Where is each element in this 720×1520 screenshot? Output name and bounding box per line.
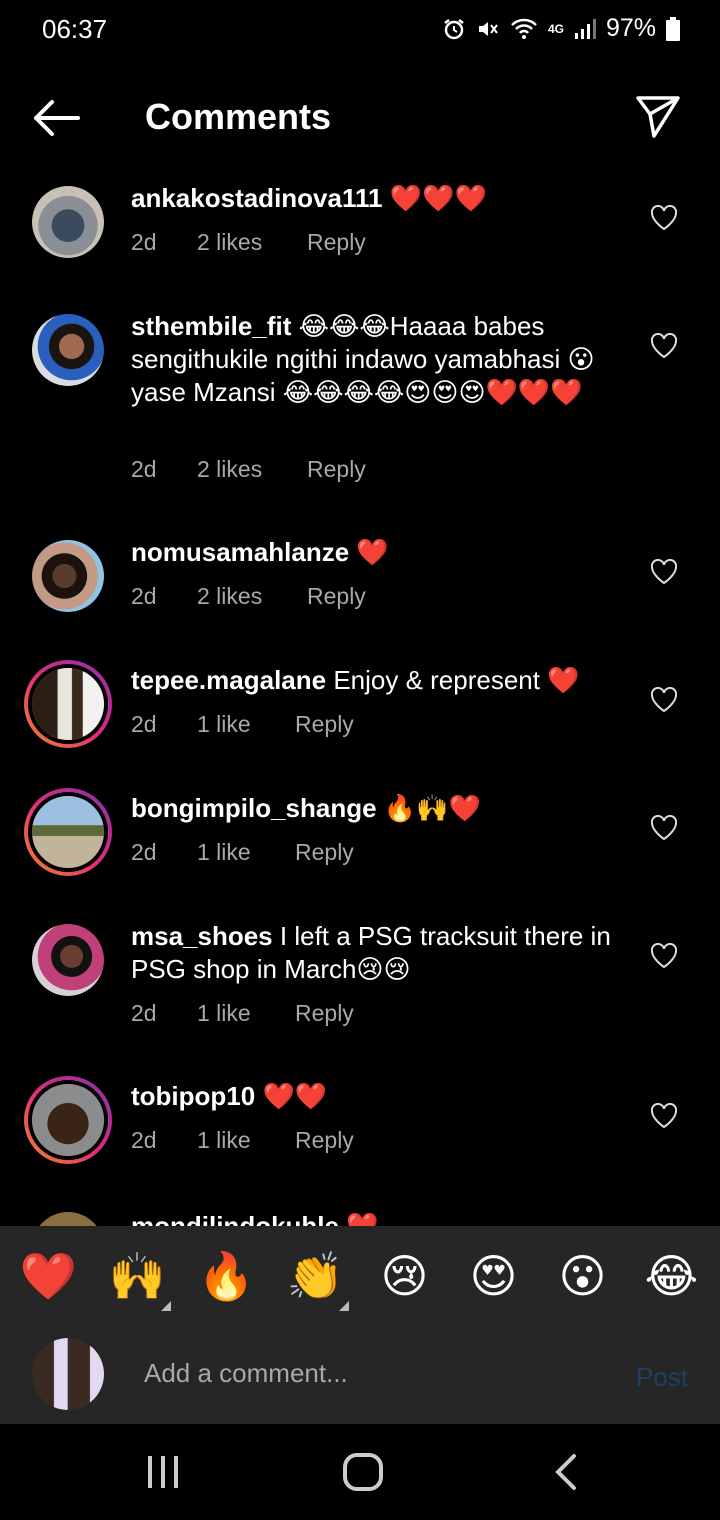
heart-icon[interactable]: [650, 943, 678, 969]
alarm-icon: [444, 18, 464, 39]
reply-button[interactable]: Reply: [307, 456, 366, 483]
emoji-crying-button[interactable]: 😢: [370, 1253, 440, 1299]
emoji-clap-button[interactable]: 👏: [281, 1253, 351, 1311]
username[interactable]: sthembile_fit: [131, 311, 291, 341]
comment-body: 🔥🙌❤️: [376, 793, 481, 823]
avatar[interactable]: [32, 540, 104, 612]
heart-icon[interactable]: [650, 1103, 678, 1129]
status-bar: 06:37 4G 97%: [0, 0, 720, 60]
comment-meta: 2d 2 likes Reply: [131, 229, 366, 256]
heart-icon[interactable]: [650, 205, 678, 231]
comment-meta: 2d 1 like Reply: [131, 1127, 354, 1154]
skin-tone-indicator-icon: [160, 1301, 171, 1311]
username[interactable]: ankakostadinova111: [131, 183, 382, 213]
comment-text: tepee.magalane Enjoy & represent ❤️: [131, 664, 631, 697]
comment-composer: Post: [0, 1326, 720, 1424]
comment-input[interactable]: [144, 1358, 584, 1389]
comment-text: msa_shoes I left a PSG tracksuit there i…: [131, 920, 621, 986]
comment-meta: 2d 2 likes Reply: [131, 456, 366, 483]
likes-count[interactable]: 2 likes: [197, 583, 307, 610]
likes-count[interactable]: 2 likes: [197, 229, 307, 256]
username[interactable]: bongimpilo_shange: [131, 793, 377, 823]
likes-count[interactable]: 1 like: [197, 1000, 295, 1027]
username[interactable]: tobipop10: [131, 1081, 255, 1111]
recent-apps-icon[interactable]: [145, 1452, 181, 1492]
avatar-with-story-ring[interactable]: [24, 660, 112, 748]
likes-count[interactable]: 1 like: [197, 711, 295, 738]
reply-button[interactable]: Reply: [295, 711, 354, 738]
comment-text: bongimpilo_shange 🔥🙌❤️: [131, 792, 631, 825]
reply-button[interactable]: Reply: [307, 229, 366, 256]
avatar[interactable]: [32, 924, 104, 996]
comment-meta: 2d 1 like Reply: [131, 711, 354, 738]
battery-percent: 97%: [605, 14, 656, 42]
avatar[interactable]: [32, 314, 104, 386]
comment-body: Enjoy & represent ❤️: [326, 665, 580, 695]
heart-icon[interactable]: [650, 559, 678, 585]
likes-count[interactable]: 1 like: [197, 839, 295, 866]
likes-count[interactable]: 1 like: [197, 1127, 295, 1154]
status-icons: 4G 97%: [442, 14, 680, 43]
avatar[interactable]: [32, 1212, 104, 1226]
skin-tone-indicator-icon: [338, 1301, 349, 1311]
heart-icon[interactable]: [650, 815, 678, 841]
comment-time: 2d: [131, 839, 157, 865]
comment-text: mondilindokuhle ❤️: [131, 1210, 631, 1226]
reply-button[interactable]: Reply: [307, 583, 366, 610]
reply-button[interactable]: Reply: [295, 839, 354, 866]
comment-body: ❤️❤️❤️: [382, 183, 487, 213]
comment-text: sthembile_fit 😂😂😂Haaaa babes sengithukil…: [131, 310, 631, 409]
share-icon[interactable]: [634, 92, 682, 140]
heart-icon[interactable]: [650, 687, 678, 713]
network-type-label: 4G: [547, 21, 564, 36]
emoji-fire-button[interactable]: 🔥: [192, 1253, 262, 1299]
username[interactable]: nomusamahlanze: [131, 537, 349, 567]
avatar[interactable]: [32, 186, 104, 258]
signal-icon: [574, 18, 596, 39]
comment-text: ankakostadinova111 ❤️❤️❤️: [131, 182, 631, 215]
emoji-laughing-button[interactable]: 😂: [637, 1253, 707, 1299]
reply-button[interactable]: Reply: [295, 1000, 354, 1027]
username[interactable]: tepee.magalane: [131, 665, 326, 695]
header: Comments: [0, 80, 720, 156]
emoji-heart-eyes-button[interactable]: 😍: [459, 1253, 529, 1299]
mute-icon: [478, 21, 498, 36]
comment-text: nomusamahlanze ❤️: [131, 536, 631, 569]
wifi-icon: [511, 18, 537, 39]
comment-time: 2d: [131, 456, 157, 482]
comment-body: ❤️: [339, 1211, 379, 1226]
status-time: 06:37: [42, 14, 108, 44]
page-title: Comments: [145, 96, 332, 137]
battery-icon: [666, 16, 680, 41]
emoji-surprised-button[interactable]: 😮: [548, 1253, 618, 1299]
comment-time: 2d: [131, 1127, 157, 1153]
back-nav-icon[interactable]: [550, 1452, 580, 1492]
post-button[interactable]: Post: [636, 1362, 688, 1393]
system-nav-bar: [0, 1424, 720, 1520]
likes-count[interactable]: 2 likes: [197, 456, 307, 483]
username[interactable]: mondilindokuhle: [131, 1211, 339, 1226]
emoji-quick-bar: ❤️ 🙌 🔥 👏 😢 😍 😮 😂: [0, 1226, 720, 1326]
emoji-heart-button[interactable]: ❤️: [14, 1253, 84, 1299]
comment-text: tobipop10 ❤️❤️: [131, 1080, 631, 1113]
comments-list[interactable]: ankakostadinova111 ❤️❤️❤️ 2d 2 likes Rep…: [0, 172, 720, 1226]
back-arrow-icon[interactable]: [30, 96, 82, 140]
avatar-with-story-ring[interactable]: [24, 788, 112, 876]
username[interactable]: msa_shoes: [131, 921, 273, 951]
comment-time: 2d: [131, 229, 157, 255]
comment-time: 2d: [131, 1000, 157, 1026]
comment-meta: 2d 1 like Reply: [131, 839, 354, 866]
comment-time: 2d: [131, 583, 157, 609]
comment-body: ❤️❤️: [255, 1081, 328, 1111]
comment-time: 2d: [131, 711, 157, 737]
reply-button[interactable]: Reply: [295, 1127, 354, 1154]
emoji-raised-hands-button[interactable]: 🙌: [103, 1253, 173, 1311]
comment-meta: 2d 1 like Reply: [131, 1000, 354, 1027]
home-icon[interactable]: [342, 1452, 384, 1492]
avatar-with-story-ring[interactable]: [24, 1076, 112, 1164]
heart-icon[interactable]: [650, 333, 678, 359]
comment-body: ❤️: [349, 537, 389, 567]
current-user-avatar: [32, 1338, 104, 1410]
comment-meta: 2d 2 likes Reply: [131, 583, 366, 610]
